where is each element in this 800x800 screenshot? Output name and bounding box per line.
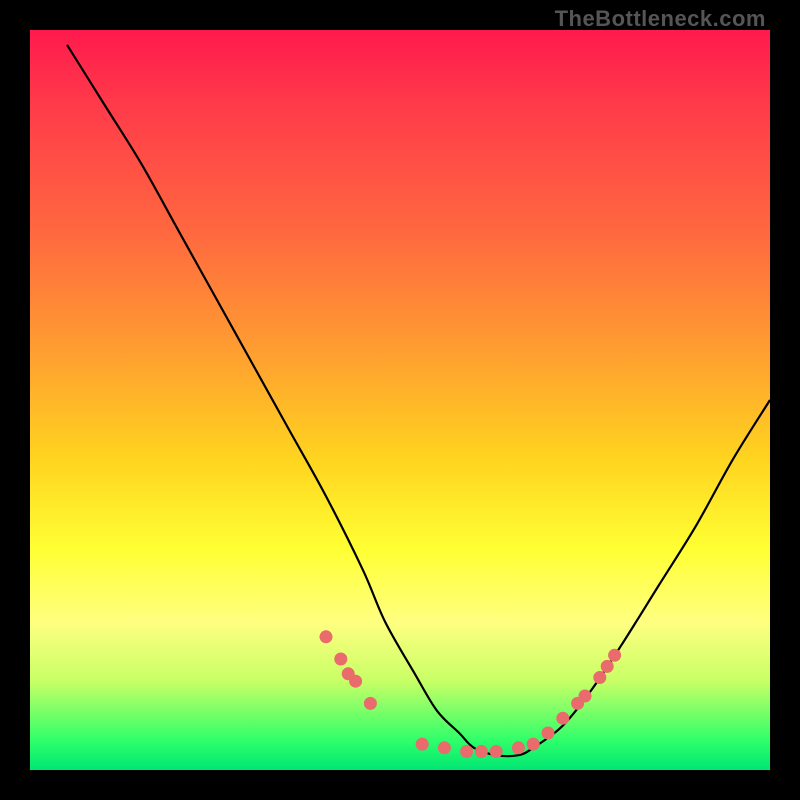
data-marker: [320, 630, 333, 643]
chart-svg: [30, 30, 770, 770]
data-marker: [438, 741, 451, 754]
data-marker: [460, 745, 473, 758]
data-marker: [608, 649, 621, 662]
data-marker: [349, 675, 362, 688]
data-marker: [490, 745, 503, 758]
bottleneck-curve: [67, 45, 770, 756]
watermark-text: TheBottleneck.com: [555, 6, 766, 32]
chart-stage: TheBottleneck.com: [0, 0, 800, 800]
data-marker: [475, 745, 488, 758]
data-marker: [593, 671, 606, 684]
data-marker: [601, 660, 614, 673]
data-marker: [512, 741, 525, 754]
data-marker: [579, 690, 592, 703]
data-marker: [416, 738, 429, 751]
data-marker: [556, 712, 569, 725]
data-marker: [542, 727, 555, 740]
data-marker: [334, 653, 347, 666]
data-marker: [364, 697, 377, 710]
markers-group: [320, 630, 622, 758]
data-marker: [527, 738, 540, 751]
plot-area: [30, 30, 770, 770]
